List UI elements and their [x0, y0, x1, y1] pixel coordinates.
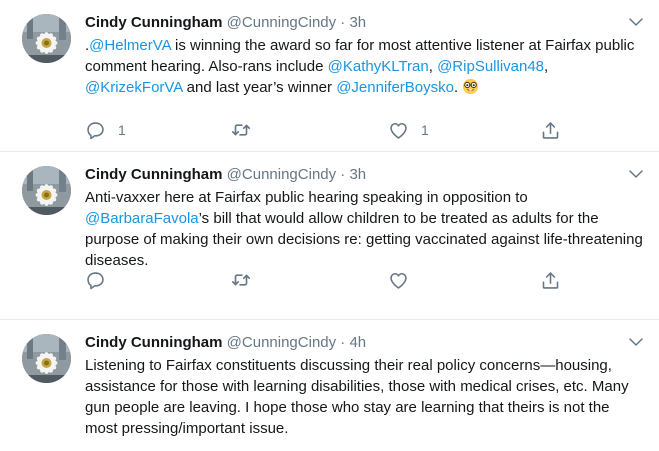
reply-button[interactable]: [85, 269, 106, 291]
avatar[interactable]: [22, 14, 71, 63]
author-handle[interactable]: @CunningCindy: [227, 14, 336, 31]
avatar[interactable]: [22, 334, 71, 383]
like-icon: [388, 120, 409, 141]
like-icon: [388, 270, 409, 291]
like-count: 1: [421, 122, 429, 138]
tweet-header: Cindy Cunningham @CunningCindy · 4h: [85, 333, 643, 353]
reply-icon: [85, 270, 106, 291]
like-button[interactable]: [388, 269, 409, 291]
tweet-actions: [85, 269, 659, 291]
text-segment: Anti-vaxxer here at Fairfax public heari…: [85, 189, 528, 206]
tweet-actions: 1 1: [85, 119, 659, 141]
author-name[interactable]: Cindy Cunningham: [85, 166, 223, 183]
timestamp[interactable]: 3h: [349, 166, 366, 183]
tweet-header: Cindy Cunningham @CunningCindy · 3h: [85, 165, 643, 185]
like-button[interactable]: 1: [388, 119, 429, 141]
author-handle[interactable]: @CunningCindy: [227, 166, 336, 183]
chevron-down-icon[interactable]: [627, 13, 645, 31]
mention-link[interactable]: @JenniferBoysko: [336, 79, 454, 96]
separator-dot: ·: [340, 14, 346, 31]
timestamp[interactable]: 3h: [349, 14, 366, 31]
nerd-face-emoji: [463, 78, 479, 95]
author-name[interactable]: Cindy Cunningham: [85, 14, 223, 31]
reply-count: 1: [118, 122, 126, 138]
tweet[interactable]: Cindy Cunningham @CunningCindy · 3h . @He…: [0, 0, 659, 152]
retweet-icon: [230, 269, 252, 291]
chevron-down-icon[interactable]: [627, 333, 645, 351]
tweet-text: Anti-vaxxer here at Fairfax public heari…: [85, 187, 643, 271]
tweet-content: Cindy Cunningham @CunningCindy · 3h Anti…: [85, 165, 643, 271]
avatar-photo: [22, 334, 71, 383]
tweet-content: Cindy Cunningham @CunningCindy · 3h . @He…: [85, 13, 643, 98]
mention-link[interactable]: @BarbaraFavola: [85, 210, 199, 227]
tweet-header: Cindy Cunningham @CunningCindy · 3h: [85, 13, 643, 33]
reply-icon: [85, 120, 106, 141]
share-button[interactable]: [540, 269, 561, 291]
retweet-button[interactable]: [230, 119, 252, 141]
retweet-button[interactable]: [230, 269, 252, 291]
tweet-text: .@HelmerVA is winning the award so far f…: [85, 35, 643, 98]
share-icon: [540, 270, 561, 291]
mention-link[interactable]: @RipSullivan48: [437, 58, 544, 75]
author-handle[interactable]: @CunningCindy: [227, 334, 336, 351]
text-segment: ,: [544, 58, 549, 75]
tweet[interactable]: Cindy Cunningham @CunningCindy · 3h Anti…: [0, 152, 659, 320]
tweet-text: Listening to Fairfax constituents discus…: [85, 357, 629, 437]
tweet-content: Cindy Cunningham @CunningCindy · 4h List…: [85, 333, 643, 439]
text-segment: and last year’s winner: [182, 79, 337, 96]
mention-link[interactable]: @KathyKLTran: [328, 58, 429, 75]
text-segment: .: [453, 79, 463, 96]
reply-button[interactable]: 1: [85, 119, 126, 141]
mention-link[interactable]: @HelmerVA: [89, 37, 171, 54]
share-icon: [540, 120, 561, 141]
avatar-photo: [22, 14, 71, 63]
chevron-down-icon[interactable]: [627, 165, 645, 183]
share-button[interactable]: [540, 119, 561, 141]
tweet[interactable]: Cindy Cunningham @CunningCindy · 4h List…: [0, 320, 659, 451]
author-name[interactable]: Cindy Cunningham: [85, 334, 223, 351]
tweet-timeline: Cindy Cunningham @CunningCindy · 3h . @He…: [0, 0, 659, 451]
timestamp[interactable]: 4h: [349, 334, 366, 351]
avatar[interactable]: [22, 166, 71, 215]
avatar-photo: [22, 166, 71, 215]
separator-dot: ·: [340, 166, 346, 183]
retweet-icon: [230, 119, 252, 141]
mention-link[interactable]: @KrizekForVA: [85, 79, 182, 96]
text-segment: ,: [428, 58, 438, 75]
separator-dot: ·: [340, 334, 346, 351]
